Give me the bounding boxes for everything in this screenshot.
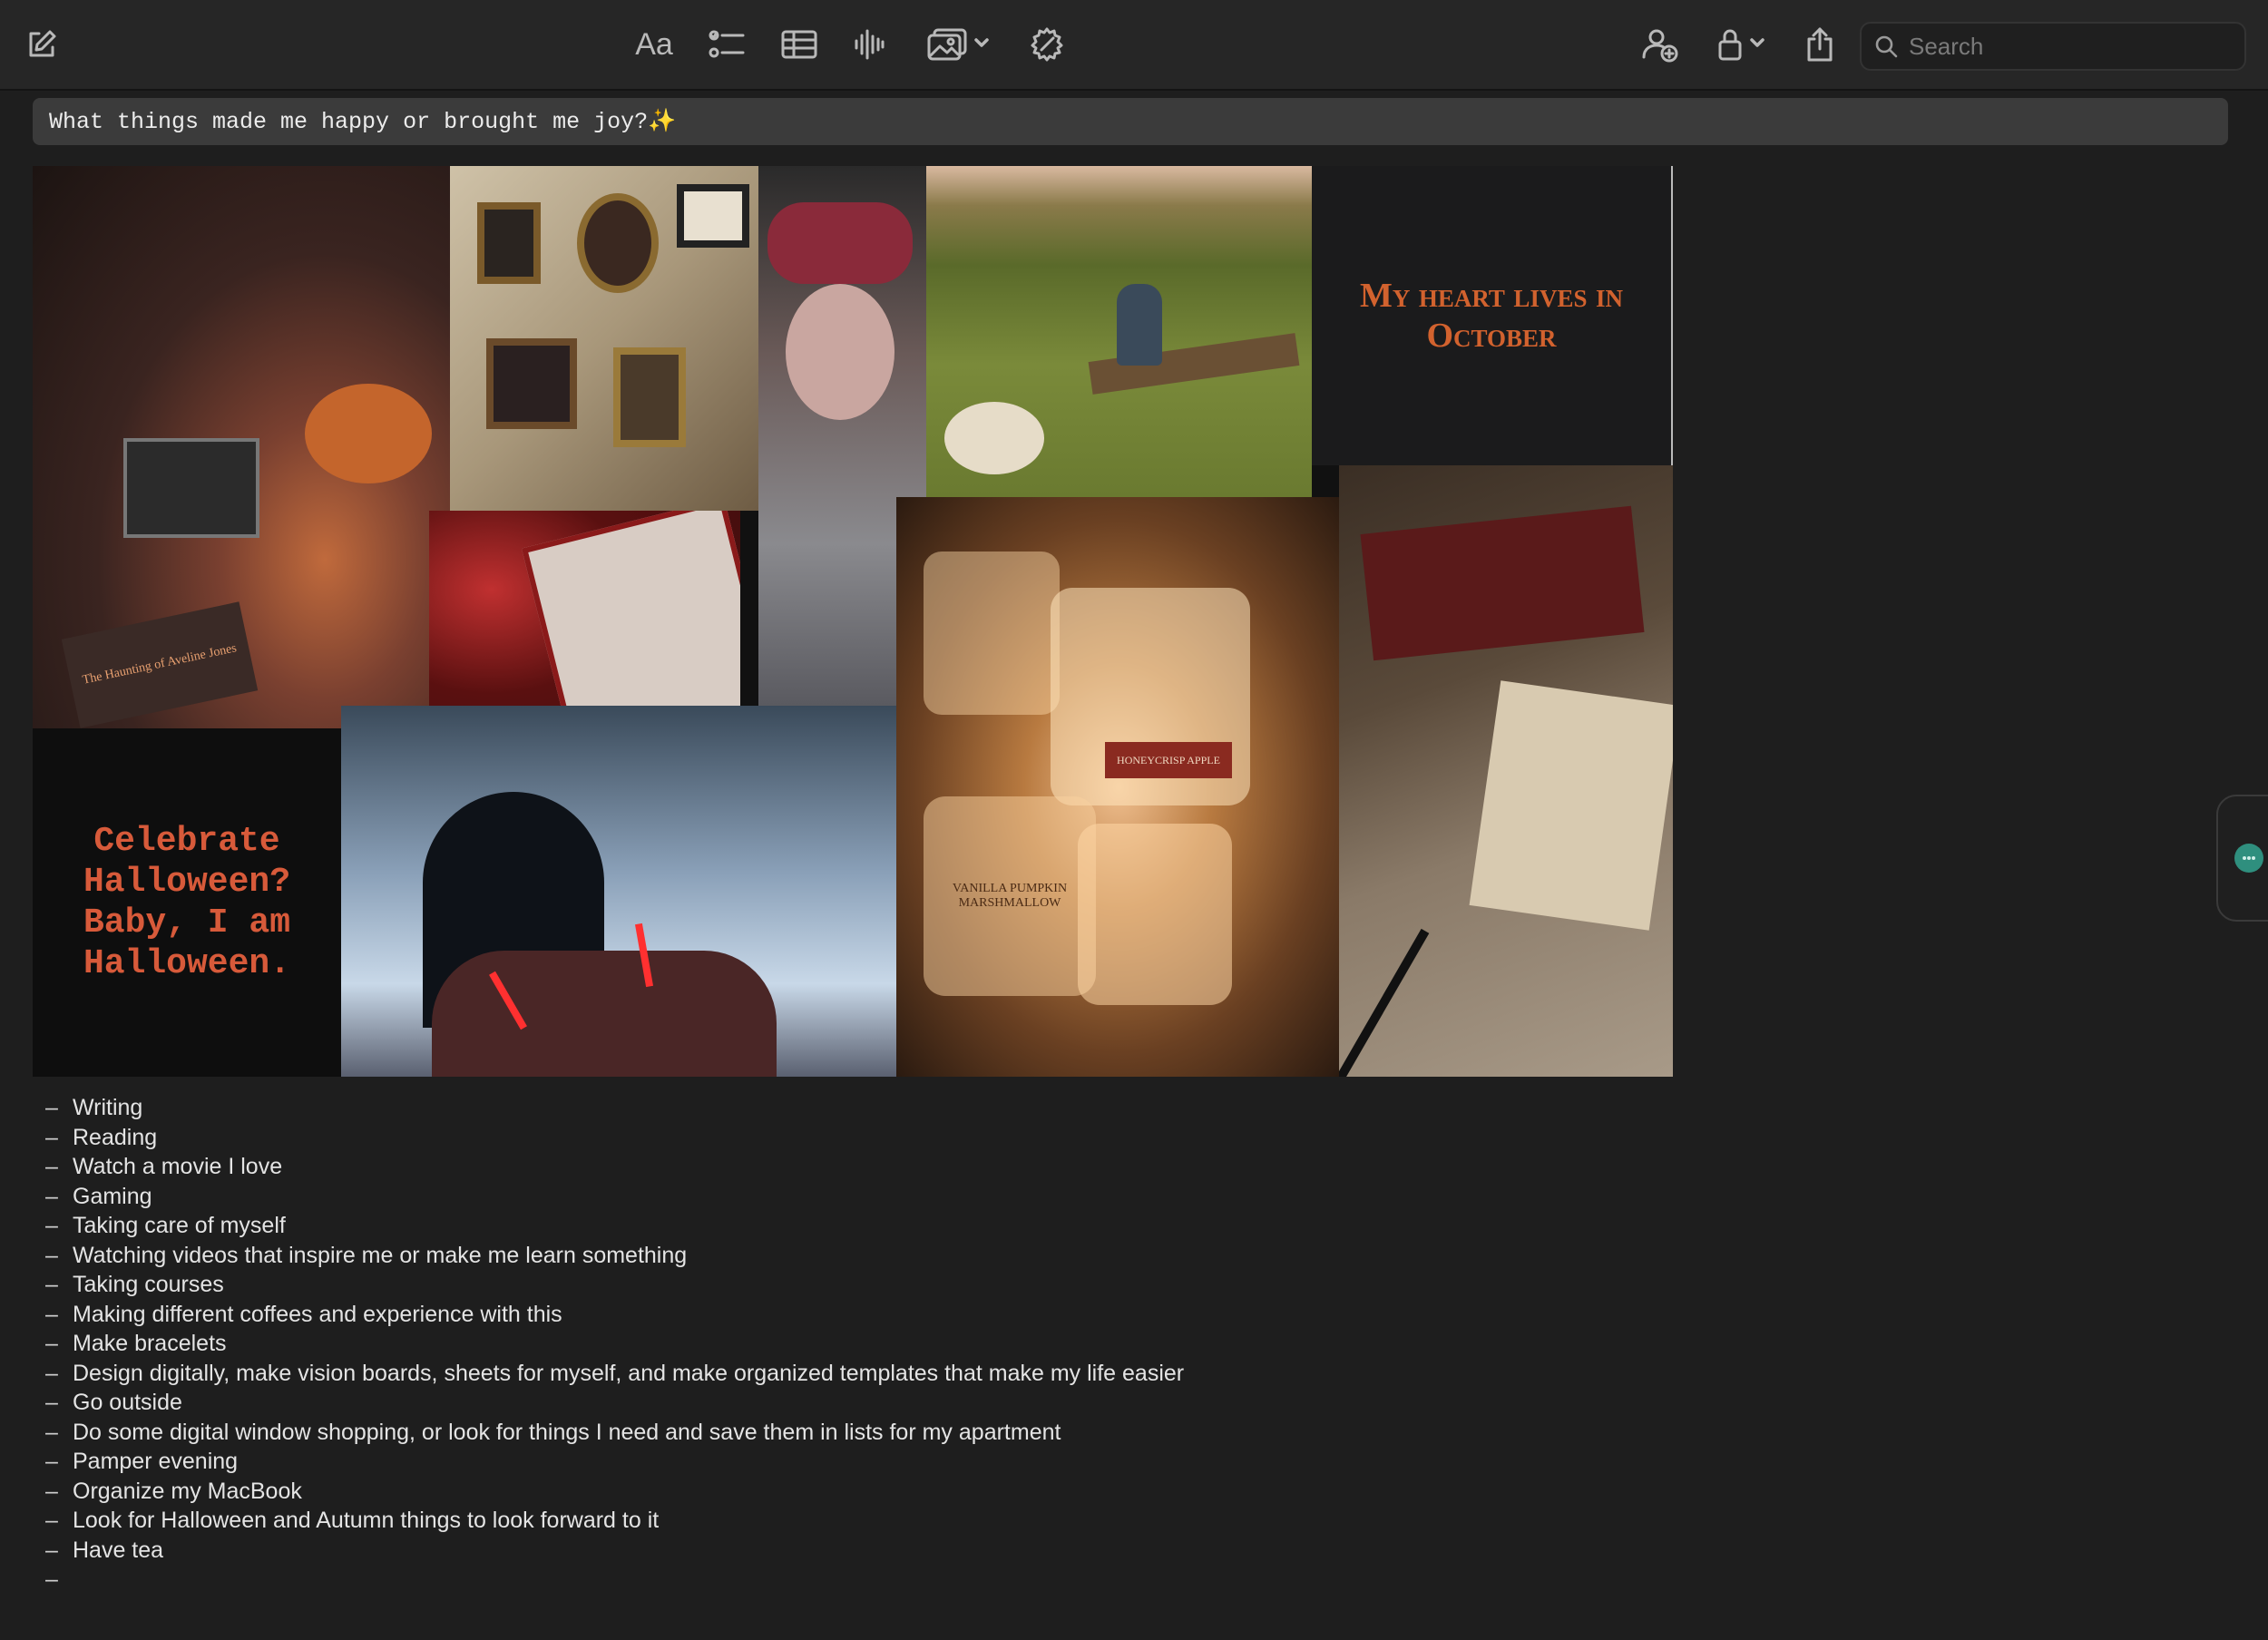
search-icon [1875,35,1898,58]
mood-board-collage[interactable]: The Haunting of Aveline Jones My heart l… [33,166,1673,1077]
list-item[interactable]: – Pamper evening [45,1447,1678,1477]
list-item-empty[interactable]: – [45,1565,1678,1595]
list-item[interactable]: – Design digitally, make vision boards, s… [45,1359,1678,1389]
halloween-quote-card: Celebrate Halloween? Baby, I am Hallowee… [33,728,341,1077]
side-panel-handle[interactable] [2216,795,2268,922]
october-quote-card: My heart lives in October [1312,166,1673,465]
format-button[interactable]: Aa [633,18,675,71]
list-item[interactable]: – Writing [45,1093,1678,1123]
checklist-button[interactable] [706,18,748,71]
audio-button[interactable] [849,18,889,71]
chevron-down-icon [1750,36,1765,53]
list-item[interactable]: – Go outside [45,1388,1678,1418]
collaborate-icon [1642,29,1678,63]
laptop-screen [123,438,259,538]
share-button[interactable] [1800,18,1840,71]
search-field[interactable] [1860,22,2246,71]
pumpkin-pillow [305,384,432,483]
toolbar: Aa [0,0,2268,91]
list-item[interactable]: – Watching videos that inspire me or make… [45,1241,1678,1271]
note-title: What things made me happy or brought me … [49,109,677,135]
list-item[interactable]: – Have tea [45,1536,1678,1566]
joy-list[interactable]: – Writing – Reading – Watch a movie I love … [45,1093,1678,1595]
format-aa-icon: Aa [635,26,673,62]
note-title-block[interactable]: What things made me happy or brought me … [33,98,2228,145]
compose-icon [29,30,56,57]
share-icon [1807,27,1833,62]
new-note-button[interactable] [24,18,60,71]
search-input[interactable] [1909,32,2235,61]
list-item[interactable]: – Watch a movie I love [45,1152,1678,1182]
markup-button[interactable] [1027,18,1067,71]
lock-icon [1718,29,1742,61]
list-item[interactable]: – Make bracelets [45,1329,1678,1359]
list-item[interactable]: – Taking courses [45,1270,1678,1300]
vintage-books-photo [1339,465,1673,1077]
list-item[interactable]: – Organize my MacBook [45,1477,1678,1507]
table-button[interactable] [778,18,820,71]
candles-photo: VANILLA PUMPKIN MARSHMALLOW HONEYCRISP A… [896,497,1341,1077]
reading-outdoors-photo [926,166,1312,497]
lock-menu-button[interactable] [1713,18,1769,71]
book-cover: The Haunting of Aveline Jones [61,601,259,728]
list-item[interactable]: – Taking care of myself [45,1211,1678,1241]
list-item[interactable]: – Look for Halloween and Autumn things to… [45,1506,1678,1536]
gaming-controller-photo [341,706,896,1077]
media-menu-button[interactable] [922,18,994,71]
collaborate-button[interactable] [1638,18,1680,71]
list-item[interactable]: – Reading [45,1123,1678,1153]
chat-bubble-icon [2234,844,2263,873]
gallery-wall-photo [450,166,758,511]
halloween-bedroom-photo: The Haunting of Aveline Jones [33,166,450,728]
list-item[interactable]: – Do some digital window shopping, or loo… [45,1418,1678,1448]
list-item[interactable]: – Gaming [45,1182,1678,1212]
checklist-icon [709,30,745,58]
list-item[interactable]: – Making different coffees and experience… [45,1300,1678,1330]
photo-icon [927,28,967,61]
chevron-down-icon [974,36,989,53]
markup-pen-icon [1031,27,1063,62]
table-icon [781,30,817,59]
waveform-icon [855,29,885,60]
